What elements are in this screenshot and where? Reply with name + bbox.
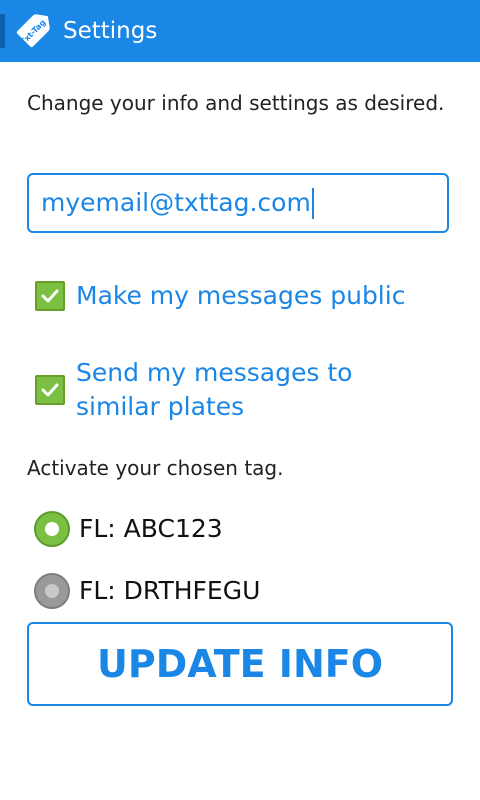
intro-text: Change your info and settings as desired… bbox=[27, 91, 445, 115]
action-bar: Txt-Tag Settings bbox=[0, 0, 480, 62]
tag-label-abc123[interactable]: FL: ABC123 bbox=[79, 512, 223, 546]
up-indicator[interactable] bbox=[0, 14, 5, 48]
tag-option-drthfegu[interactable]: FL: DRTHFEGU bbox=[34, 573, 260, 609]
checkmark-icon bbox=[41, 383, 59, 397]
text-cursor bbox=[311, 187, 314, 219]
radio-dot-icon bbox=[45, 584, 59, 598]
public-messages-checkbox[interactable] bbox=[35, 281, 65, 311]
tag-radio-unselected[interactable] bbox=[34, 573, 70, 609]
tag-section-label: Activate your chosen tag. bbox=[27, 456, 284, 480]
tag-label-drthfegu[interactable]: FL: DRTHFEGU bbox=[79, 574, 260, 608]
similar-plates-label[interactable]: Send my messages to similar plates bbox=[76, 356, 396, 424]
similar-plates-checkbox[interactable] bbox=[35, 375, 65, 405]
radio-dot-icon bbox=[45, 522, 59, 536]
update-info-button[interactable]: UPDATE INFO bbox=[27, 622, 453, 706]
email-field[interactable]: myemail@txttag.com bbox=[27, 173, 449, 233]
tag-option-abc123[interactable]: FL: ABC123 bbox=[34, 511, 223, 547]
update-info-label: UPDATE INFO bbox=[96, 642, 384, 686]
txt-tag-logo-icon[interactable]: Txt-Tag bbox=[11, 14, 55, 48]
similar-plates-option[interactable]: Send my messages to similar plates bbox=[35, 356, 396, 424]
email-value[interactable]: myemail@txttag.com bbox=[41, 187, 311, 219]
screen-title: Settings bbox=[63, 18, 158, 44]
public-messages-option[interactable]: Make my messages public bbox=[35, 279, 405, 313]
tag-radio-selected[interactable] bbox=[34, 511, 70, 547]
checkmark-icon bbox=[41, 289, 59, 303]
public-messages-label[interactable]: Make my messages public bbox=[76, 279, 405, 313]
